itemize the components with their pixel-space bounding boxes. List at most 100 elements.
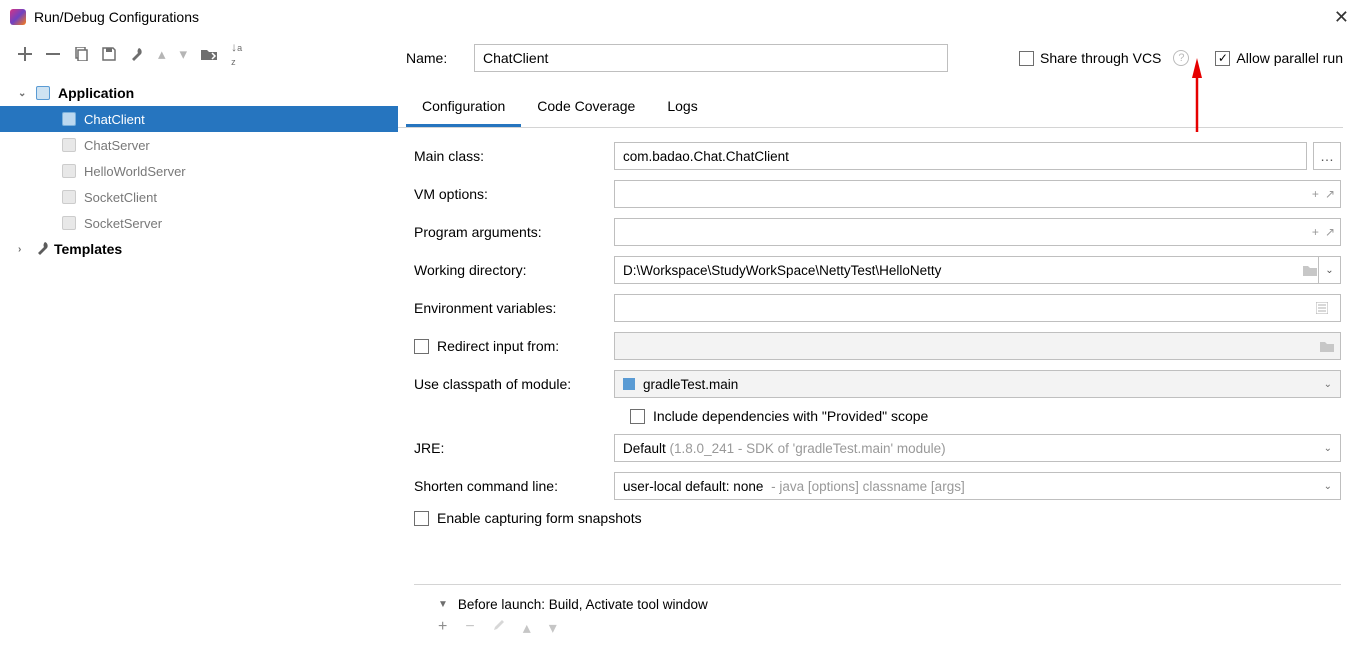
app-icon	[10, 9, 26, 25]
redirect-input-field	[614, 332, 1341, 360]
vm-options-label: VM options:	[414, 186, 614, 202]
tree-item-socketserver[interactable]: SocketServer	[0, 210, 398, 236]
tab-configuration[interactable]: Configuration	[406, 88, 521, 127]
edit-task-button[interactable]	[493, 618, 505, 638]
run-config-icon	[62, 164, 76, 178]
folder-move-icon[interactable]	[201, 47, 217, 61]
wrench-icon[interactable]	[130, 47, 144, 61]
down-task-button[interactable]: ▾	[549, 618, 557, 638]
config-toolbar: ▴ ▾ ↓az	[0, 34, 398, 76]
remove-task-button[interactable]: −	[465, 618, 474, 638]
allow-parallel-checkbox[interactable]	[1215, 51, 1230, 66]
chevron-down-icon: ⌄	[1324, 379, 1332, 390]
config-tree: ⌄ Application ChatClient ChatServer Hell…	[0, 76, 398, 262]
main-class-label: Main class:	[414, 148, 614, 164]
env-vars-label: Environment variables:	[414, 300, 614, 316]
share-vcs-checkbox[interactable]	[1019, 51, 1034, 66]
name-input[interactable]	[474, 44, 948, 72]
copy-button[interactable]	[74, 47, 88, 61]
include-provided-label: Include dependencies with "Provided" sco…	[653, 408, 928, 424]
tree-item-socketclient[interactable]: SocketClient	[0, 184, 398, 210]
include-provided-checkbox[interactable]	[630, 409, 645, 424]
configuration-form: Main class: … VM options: + ↗ Program ar	[398, 128, 1343, 638]
working-dir-label: Working directory:	[414, 262, 614, 278]
jre-label: JRE:	[414, 440, 614, 456]
before-launch-toolbar: + − ▴ ▾	[414, 618, 1341, 638]
dropdown-icon[interactable]: ⌄	[1318, 257, 1340, 283]
working-dir-input[interactable]	[615, 257, 1302, 283]
title-bar: Run/Debug Configurations ✕	[0, 0, 1365, 34]
window-title: Run/Debug Configurations	[34, 9, 199, 25]
expand-plus-icon[interactable]: +	[1312, 225, 1319, 239]
sort-button[interactable]: ↓az	[231, 40, 242, 68]
redirect-input-label: Redirect input from:	[437, 338, 559, 354]
enable-snapshots-label: Enable capturing form snapshots	[437, 510, 642, 526]
right-panel: Name: Share through VCS ? Allow parallel…	[398, 34, 1365, 661]
chevron-down-icon: ⌄	[1324, 481, 1332, 492]
shorten-combo[interactable]: user-local default: none - java [options…	[614, 472, 1341, 500]
before-launch-section[interactable]: ▼ Before launch: Build, Activate tool wi…	[414, 585, 1341, 618]
run-config-icon	[62, 216, 76, 230]
run-config-icon	[62, 112, 76, 126]
vm-options-input[interactable]	[614, 180, 1341, 208]
program-args-input[interactable]	[614, 218, 1341, 246]
left-panel: ▴ ▾ ↓az ⌄ Application ChatClient ChatSer…	[0, 34, 398, 661]
tab-bar: Configuration Code Coverage Logs	[398, 88, 1343, 128]
name-label: Name:	[406, 50, 458, 66]
shorten-label: Shorten command line:	[414, 478, 614, 494]
expand-icon[interactable]: ⌄	[18, 88, 32, 99]
browse-class-button[interactable]: …	[1313, 142, 1341, 170]
tree-item-helloworldserver[interactable]: HelloWorldServer	[0, 158, 398, 184]
chevron-down-icon: ⌄	[1324, 443, 1332, 454]
wrench-icon	[36, 241, 50, 258]
add-task-button[interactable]: +	[438, 618, 447, 638]
add-button[interactable]	[18, 47, 32, 61]
env-vars-input[interactable]	[614, 294, 1341, 322]
tab-code-coverage[interactable]: Code Coverage	[521, 88, 651, 127]
classpath-value: gradleTest.main	[643, 377, 738, 392]
classpath-combo[interactable]: gradleTest.main ⌄	[614, 370, 1341, 398]
run-config-icon	[62, 138, 76, 152]
save-button[interactable]	[102, 47, 116, 61]
before-launch-label: Before launch: Build, Activate tool wind…	[458, 597, 708, 612]
application-icon	[36, 86, 50, 100]
module-icon	[623, 378, 635, 390]
folder-icon[interactable]	[1319, 340, 1335, 352]
jre-hint: (1.8.0_241 - SDK of 'gradleTest.main' mo…	[670, 441, 946, 456]
classpath-label: Use classpath of module:	[414, 376, 614, 392]
collapse-icon[interactable]: ▼	[438, 599, 448, 610]
up-button[interactable]: ▴	[158, 45, 166, 63]
main-class-input[interactable]	[614, 142, 1307, 170]
close-icon[interactable]: ✕	[1328, 7, 1355, 28]
tree-item-label: SocketServer	[84, 216, 162, 231]
tree-item-label: SocketClient	[84, 190, 157, 205]
down-button[interactable]: ▾	[180, 45, 188, 63]
up-task-button[interactable]: ▴	[523, 618, 531, 638]
tree-item-chatclient[interactable]: ChatClient	[0, 106, 398, 132]
allow-parallel-label: Allow parallel run	[1236, 50, 1343, 66]
shorten-value: user-local default: none	[623, 479, 763, 494]
tree-label: Templates	[54, 241, 122, 257]
expand-arrow-icon[interactable]: ↗	[1325, 225, 1335, 239]
share-vcs-label: Share through VCS	[1040, 50, 1161, 66]
tree-item-label: HelloWorldServer	[84, 164, 186, 179]
program-args-label: Program arguments:	[414, 224, 614, 240]
expand-icon[interactable]: ›	[18, 244, 32, 255]
tree-label: Application	[58, 85, 134, 101]
tab-logs[interactable]: Logs	[651, 88, 713, 127]
run-config-icon	[62, 190, 76, 204]
redirect-input-checkbox[interactable]	[414, 339, 429, 354]
help-icon[interactable]: ?	[1173, 50, 1189, 66]
tree-item-label: ChatClient	[84, 112, 145, 127]
tree-item-chatserver[interactable]: ChatServer	[0, 132, 398, 158]
shorten-hint: - java [options] classname [args]	[771, 479, 965, 494]
tree-node-templates[interactable]: › Templates	[0, 236, 398, 262]
list-icon[interactable]	[1309, 302, 1335, 314]
folder-icon[interactable]	[1302, 257, 1318, 283]
expand-arrow-icon[interactable]: ↗	[1325, 187, 1335, 201]
remove-button[interactable]	[46, 47, 60, 61]
tree-node-application[interactable]: ⌄ Application	[0, 80, 398, 106]
expand-plus-icon[interactable]: +	[1312, 187, 1319, 201]
jre-combo[interactable]: Default (1.8.0_241 - SDK of 'gradleTest.…	[614, 434, 1341, 462]
enable-snapshots-checkbox[interactable]	[414, 511, 429, 526]
